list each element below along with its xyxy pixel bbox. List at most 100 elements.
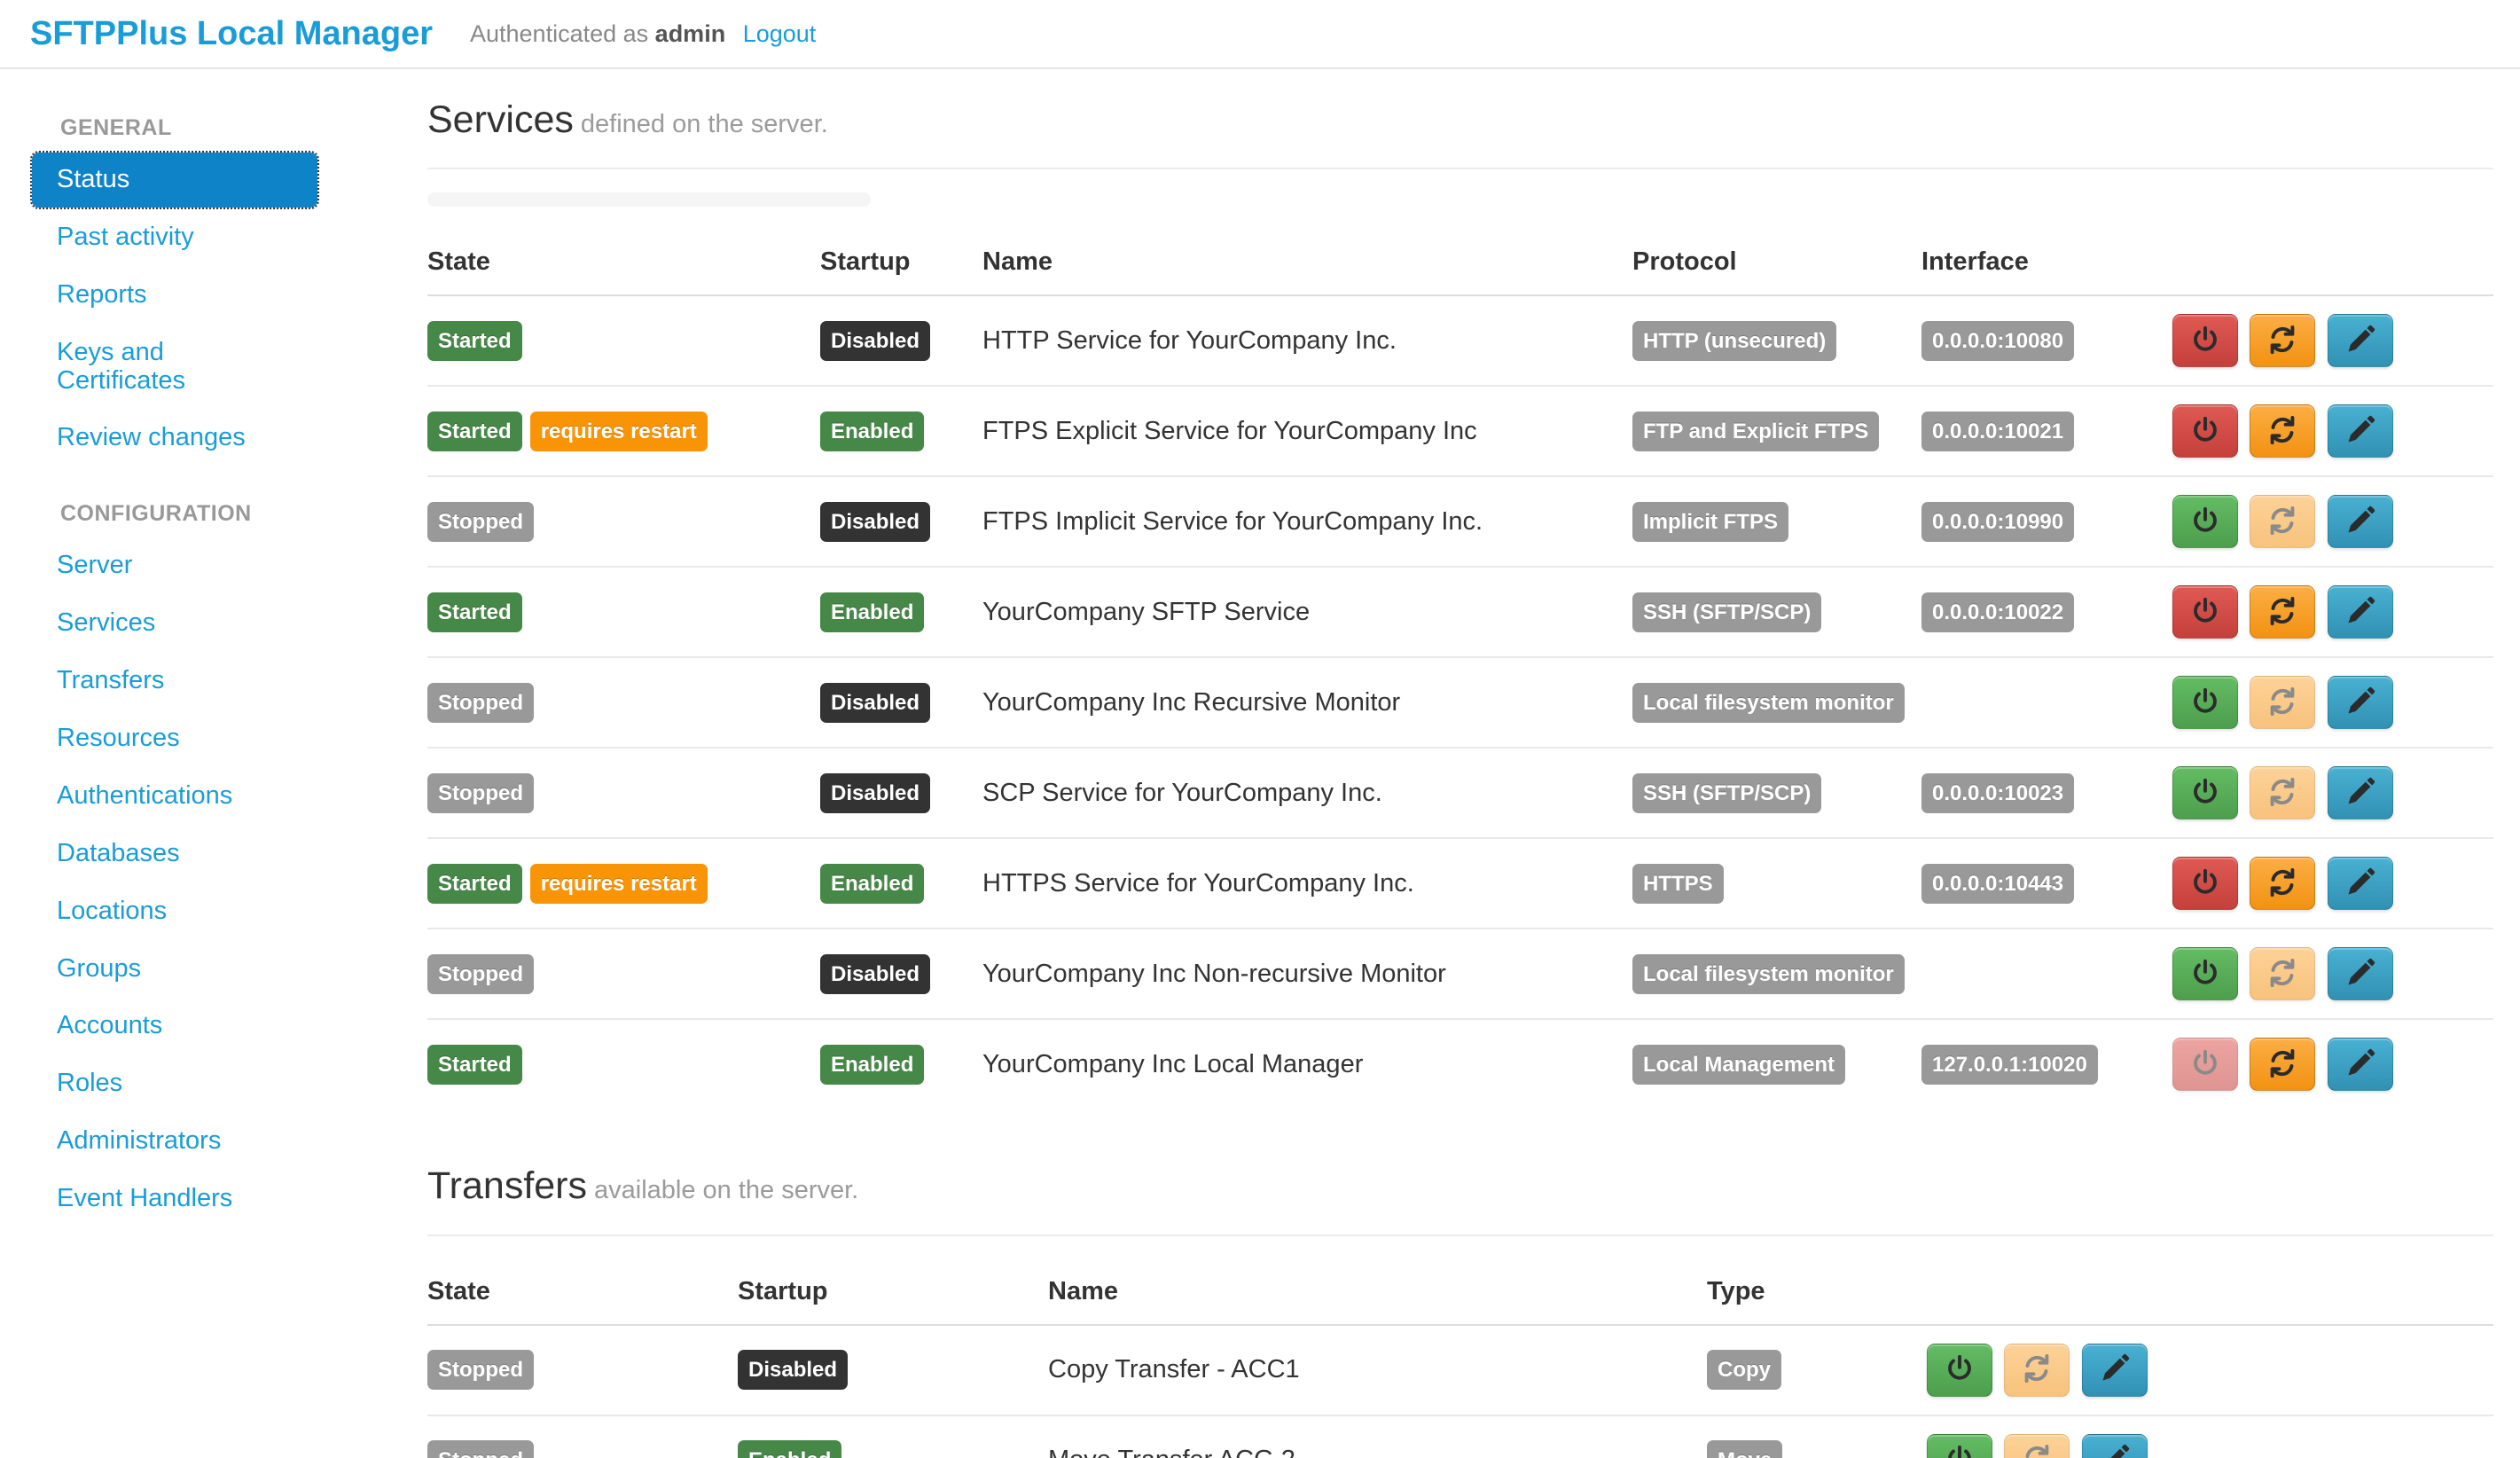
edit-button[interactable] [2328, 676, 2393, 729]
edit-button[interactable] [2328, 1038, 2393, 1091]
power-button[interactable] [2172, 766, 2238, 819]
edit-button[interactable] [2328, 585, 2393, 639]
edit-button[interactable] [2328, 857, 2393, 910]
edit-icon [2344, 414, 2376, 449]
transfer-name: Copy Transfer - ACC1 [1048, 1325, 1707, 1415]
power-icon [2189, 957, 2221, 992]
restart-button[interactable] [2250, 404, 2315, 458]
protocol-badge: HTTPS [1632, 864, 1724, 905]
sidebar-item-status[interactable]: Status [32, 153, 317, 208]
sidebar-item-past-activity[interactable]: Past activity [32, 210, 317, 265]
sidebar-item-groups[interactable]: Groups [32, 942, 317, 997]
restart-icon [2266, 324, 2298, 358]
power-button[interactable] [2172, 1038, 2238, 1091]
startup-badge: Enabled [820, 412, 924, 452]
edit-button[interactable] [2328, 766, 2393, 819]
restart-button[interactable] [2250, 857, 2315, 910]
startup-badge: Enabled [738, 1440, 841, 1458]
power-icon [2189, 595, 2221, 630]
edit-button[interactable] [2082, 1344, 2148, 1397]
services-section: Servicesdefined on the server. State Sta… [427, 99, 2493, 1109]
sidebar-item-administrators[interactable]: Administrators [32, 1114, 317, 1169]
sidebar-item-review-changes[interactable]: Review changes [32, 411, 317, 466]
sidebar-item-transfers[interactable]: Transfers [32, 654, 317, 709]
sidebar-item-accounts[interactable]: Accounts [32, 999, 317, 1054]
service-name: SCP Service for YourCompany Inc. [982, 748, 1632, 838]
edit-button[interactable] [2328, 404, 2393, 458]
edit-button[interactable] [2082, 1434, 2148, 1458]
requires-restart-badge: requires restart [530, 412, 708, 452]
edit-button[interactable] [2328, 947, 2393, 1000]
transfers-header-row: State Startup Name Type [427, 1238, 2493, 1325]
restart-button[interactable] [2250, 676, 2315, 729]
edit-icon [2344, 595, 2376, 630]
service-name: HTTP Service for YourCompany Inc. [982, 295, 1632, 386]
service-row: Startedrequires restart Enabled HTTPS Se… [427, 838, 2493, 929]
logout-link[interactable]: Logout [743, 20, 817, 47]
sidebar-item-server[interactable]: Server [32, 538, 317, 593]
type-badge: Copy [1707, 1350, 1781, 1391]
transfers-title: Transfersavailable on the server. [427, 1165, 2493, 1207]
restart-button[interactable] [2250, 1038, 2315, 1091]
edit-icon [2344, 505, 2376, 539]
power-button[interactable] [2172, 314, 2238, 367]
sidebar-list: StatusPast activityReportsKeys and Certi… [32, 153, 427, 466]
power-button[interactable] [1927, 1434, 1992, 1458]
edit-icon [2344, 686, 2376, 720]
restart-button[interactable] [2250, 314, 2315, 367]
power-button[interactable] [2172, 495, 2238, 548]
restart-button[interactable] [2250, 947, 2315, 1000]
edit-icon [2099, 1443, 2131, 1458]
startup-badge: Enabled [820, 1045, 924, 1086]
sidebar-item-event-handlers[interactable]: Event Handlers [32, 1172, 317, 1227]
edit-icon [2344, 866, 2376, 901]
column-header-name: Name [1048, 1238, 1707, 1325]
state-badge: Stopped [427, 683, 534, 724]
sidebar-item-locations[interactable]: Locations [32, 884, 317, 939]
restart-button[interactable] [2250, 495, 2315, 548]
startup-badge: Disabled [738, 1350, 848, 1391]
power-button[interactable] [2172, 947, 2238, 1000]
power-icon [1944, 1352, 1976, 1387]
restart-button[interactable] [2004, 1434, 2070, 1458]
protocol-badge: HTTP (unsecured) [1632, 321, 1836, 362]
power-button[interactable] [2172, 676, 2238, 729]
restart-button[interactable] [2004, 1344, 2070, 1397]
power-button[interactable] [2172, 857, 2238, 910]
sidebar-item-authentications[interactable]: Authentications [32, 769, 317, 824]
type-badge: Move [1707, 1440, 1782, 1458]
brand-link[interactable]: SFTPPlus Local Manager [30, 15, 433, 53]
sidebar-item-roles[interactable]: Roles [32, 1056, 317, 1111]
sidebar-item-reports[interactable]: Reports [32, 268, 317, 323]
edit-button[interactable] [2328, 314, 2393, 367]
power-button[interactable] [2172, 404, 2238, 458]
startup-badge: Enabled [820, 864, 924, 905]
main-content: Servicesdefined on the server. State Sta… [427, 69, 2520, 1458]
divider [427, 168, 2493, 169]
restart-button[interactable] [2250, 766, 2315, 819]
restart-icon [2266, 686, 2298, 720]
edit-button[interactable] [2328, 495, 2393, 548]
ghost-band [427, 192, 871, 207]
sidebar-item-keys-and-certificates[interactable]: Keys and Certificates [32, 325, 317, 409]
protocol-badge: SSH (SFTP/SCP) [1632, 773, 1821, 814]
state-badge: Started [427, 864, 522, 905]
auth-prefix: Authenticated as [470, 20, 648, 47]
edit-icon [2099, 1352, 2131, 1387]
restart-button[interactable] [2250, 585, 2315, 639]
restart-icon [2021, 1443, 2053, 1458]
sidebar-item-databases[interactable]: Databases [32, 827, 317, 882]
sidebar-item-services[interactable]: Services [32, 596, 317, 651]
power-button[interactable] [1927, 1344, 1992, 1397]
service-row: Stopped Disabled YourCompany Inc Recursi… [427, 657, 2493, 748]
sidebar-item-resources[interactable]: Resources [32, 711, 317, 766]
power-icon [2189, 1047, 2221, 1082]
power-button[interactable] [2172, 585, 2238, 639]
state-badge: Stopped [427, 502, 534, 543]
startup-badge: Disabled [820, 502, 930, 543]
service-row: Started Enabled YourCompany Inc Local Ma… [427, 1019, 2493, 1109]
divider [427, 1235, 2493, 1236]
protocol-badge: Local filesystem monitor [1632, 683, 1905, 724]
service-row: Stopped Disabled YourCompany Inc Non-rec… [427, 929, 2493, 1019]
startup-badge: Disabled [820, 954, 930, 995]
